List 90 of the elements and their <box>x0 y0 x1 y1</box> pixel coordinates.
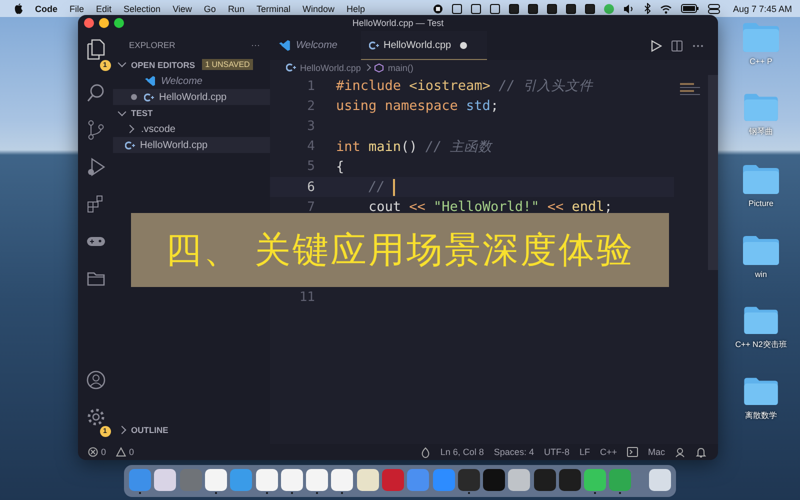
editor-tab[interactable]: HelloWorld.cpp <box>360 31 488 60</box>
menu-item[interactable]: Edit <box>96 4 112 14</box>
menu-item[interactable]: View <box>172 4 192 14</box>
settings-icon[interactable] <box>86 407 106 427</box>
menu-item[interactable]: File <box>70 4 84 14</box>
unsaved-badge: 1 UNSAVED <box>202 59 253 70</box>
split-editor-icon[interactable] <box>671 40 683 52</box>
folder-label: C++ P <box>750 57 772 66</box>
wifi-icon[interactable] <box>660 4 672 14</box>
extensions-icon[interactable] <box>86 194 106 214</box>
record-icon[interactable] <box>432 4 443 14</box>
open-editor-item[interactable]: HelloWorld.cpp <box>113 89 270 105</box>
control-center-icon[interactable] <box>708 4 720 14</box>
breadcrumb-item[interactable]: HelloWorld.cpp <box>300 62 361 72</box>
line-number: 6 <box>306 180 316 195</box>
more-actions-button[interactable]: ··· <box>251 40 260 50</box>
folder-icon[interactable] <box>742 377 780 405</box>
sidebar-title: EXPLORER <box>129 40 176 50</box>
apple-logo-icon[interactable] <box>14 3 23 14</box>
bell-icon[interactable] <box>696 446 706 458</box>
line-number: 1 <box>306 78 316 94</box>
folder-label: Picture <box>748 199 774 208</box>
source-control-icon[interactable] <box>86 120 106 140</box>
menu-item[interactable]: Go <box>204 4 216 14</box>
menu-item[interactable]: Terminal <box>256 4 290 14</box>
menu-bar-clock[interactable]: Aug 7 7:45 AM <box>732 4 792 14</box>
line-number: 4 <box>306 139 316 154</box>
breadcrumb-item[interactable]: main() <box>388 62 414 72</box>
cpp-file-icon <box>125 140 135 150</box>
section-header[interactable]: TEST <box>131 108 153 118</box>
line-number: 11 <box>298 290 316 305</box>
code-line: #include <iostream> // 引入头文件 <box>336 77 593 96</box>
line-number: 3 <box>306 118 316 134</box>
flame-icon[interactable] <box>421 446 430 458</box>
unsaved-dot-icon <box>460 42 468 48</box>
folder-label: C++ N2突击班 <box>735 339 787 350</box>
editor-tab[interactable]: Welcome <box>270 31 352 60</box>
volume-icon[interactable] <box>622 4 635 14</box>
unsaved-dot-icon <box>131 94 137 100</box>
cpp-file-icon <box>368 40 378 50</box>
run-icon[interactable] <box>650 40 662 52</box>
folder-label: win <box>754 270 767 279</box>
search-icon[interactable] <box>86 83 106 103</box>
files-icon[interactable] <box>86 39 106 61</box>
folder-label: 离散数学 <box>745 410 777 421</box>
section-header[interactable]: OPEN EDITORS <box>131 60 196 70</box>
minimap-drawing <box>680 83 702 95</box>
status-item[interactable]: Spaces: 4 <box>494 447 534 457</box>
app-menu[interactable]: Code <box>35 4 58 14</box>
menu-item[interactable]: Selection <box>124 4 161 14</box>
menu-item[interactable]: Help <box>346 4 365 14</box>
code-line: // <box>336 178 395 196</box>
cube-icon <box>374 62 384 72</box>
menu-item[interactable]: Run <box>228 4 244 14</box>
file-tree-item[interactable]: HelloWorld.cpp <box>113 137 270 153</box>
cpp-file-icon <box>286 63 296 72</box>
minimize-icon[interactable] <box>99 18 109 28</box>
line-number: 7 <box>306 200 316 215</box>
app-icon[interactable] <box>584 4 595 14</box>
code-line: using namespace std; <box>336 98 499 114</box>
folder-icon[interactable] <box>742 235 780 265</box>
code-line: int main() // 主函数 <box>336 138 492 156</box>
close-icon[interactable] <box>84 18 94 28</box>
battery-icon[interactable] <box>680 4 699 13</box>
menu-item[interactable]: Window <box>302 4 334 14</box>
run-debug-icon[interactable] <box>86 157 106 177</box>
feedback-icon[interactable] <box>675 446 686 458</box>
maximize-icon[interactable] <box>114 18 124 28</box>
status-item[interactable]: LF <box>579 447 590 457</box>
scrollbar[interactable] <box>708 75 718 270</box>
code-line: cout << "HelloWorld!" << endl; <box>368 199 612 216</box>
status-item[interactable]: UTF-8 <box>544 447 570 457</box>
status-item[interactable]: Mac <box>648 447 665 457</box>
line-number: 5 <box>306 159 316 174</box>
folder-icon[interactable] <box>742 306 780 334</box>
window-title: HelloWorld.cpp — Test <box>352 18 444 28</box>
status-item[interactable]: C++ <box>600 447 617 457</box>
file-tree-item[interactable]: .vscode <box>113 121 270 137</box>
more-icon[interactable] <box>692 44 704 48</box>
line-number: 2 <box>306 98 316 114</box>
code-line: { <box>336 158 344 175</box>
account-icon[interactable] <box>86 370 106 390</box>
folder-label: 钢琴曲 <box>749 126 773 137</box>
status-item[interactable]: Ln 6, Col 8 <box>440 447 484 457</box>
section-header[interactable]: OUTLINE <box>131 425 168 435</box>
folder-icon[interactable] <box>742 164 780 194</box>
open-editor-item[interactable]: Welcome <box>113 73 270 89</box>
cpp-file-icon <box>144 92 154 102</box>
caption-banner: 四、 关键应用场景深度体验 <box>131 213 669 287</box>
bluetooth-icon[interactable] <box>644 3 651 14</box>
